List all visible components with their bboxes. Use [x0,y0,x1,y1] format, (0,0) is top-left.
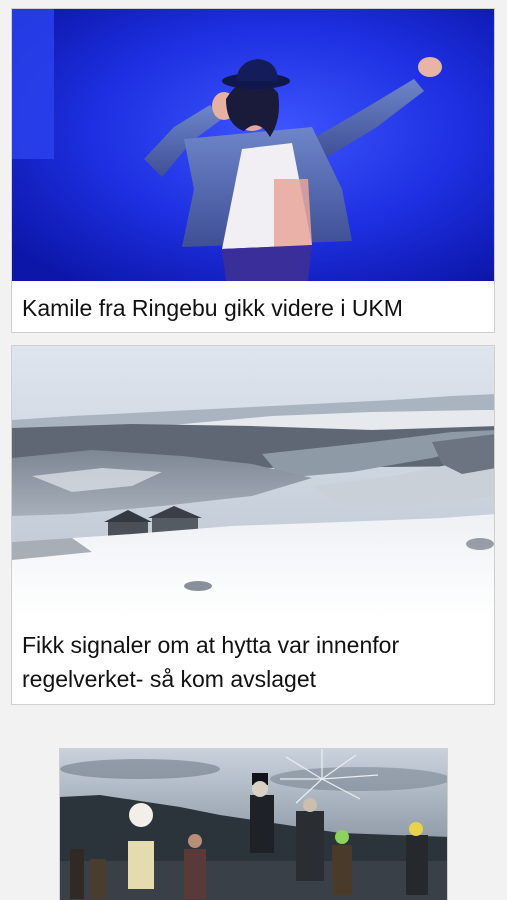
article-headline[interactable]: Fikk signaler om at hytta var innenfor r… [12,618,494,696]
news-feed: Kamile fra Ringebu gikk videre i UKM Fik… [0,0,507,900]
dancer-on-stage-image [12,9,494,281]
article-card-ukm[interactable]: Kamile fra Ringebu gikk videre i UKM [11,8,495,333]
article-card-hytta[interactable]: Fikk signaler om at hytta var innenfor r… [11,345,495,705]
dancer-on-stage-photo[interactable] [12,9,494,281]
article-headline[interactable]: Kamile fra Ringebu gikk videre i UKM [12,281,494,325]
article-card-theatre[interactable] [59,748,448,900]
snowy-mountain-image [12,346,494,618]
snowy-mountain-cabin-photo[interactable] [12,346,494,618]
outdoor-theatre-performance-photo [60,749,447,900]
